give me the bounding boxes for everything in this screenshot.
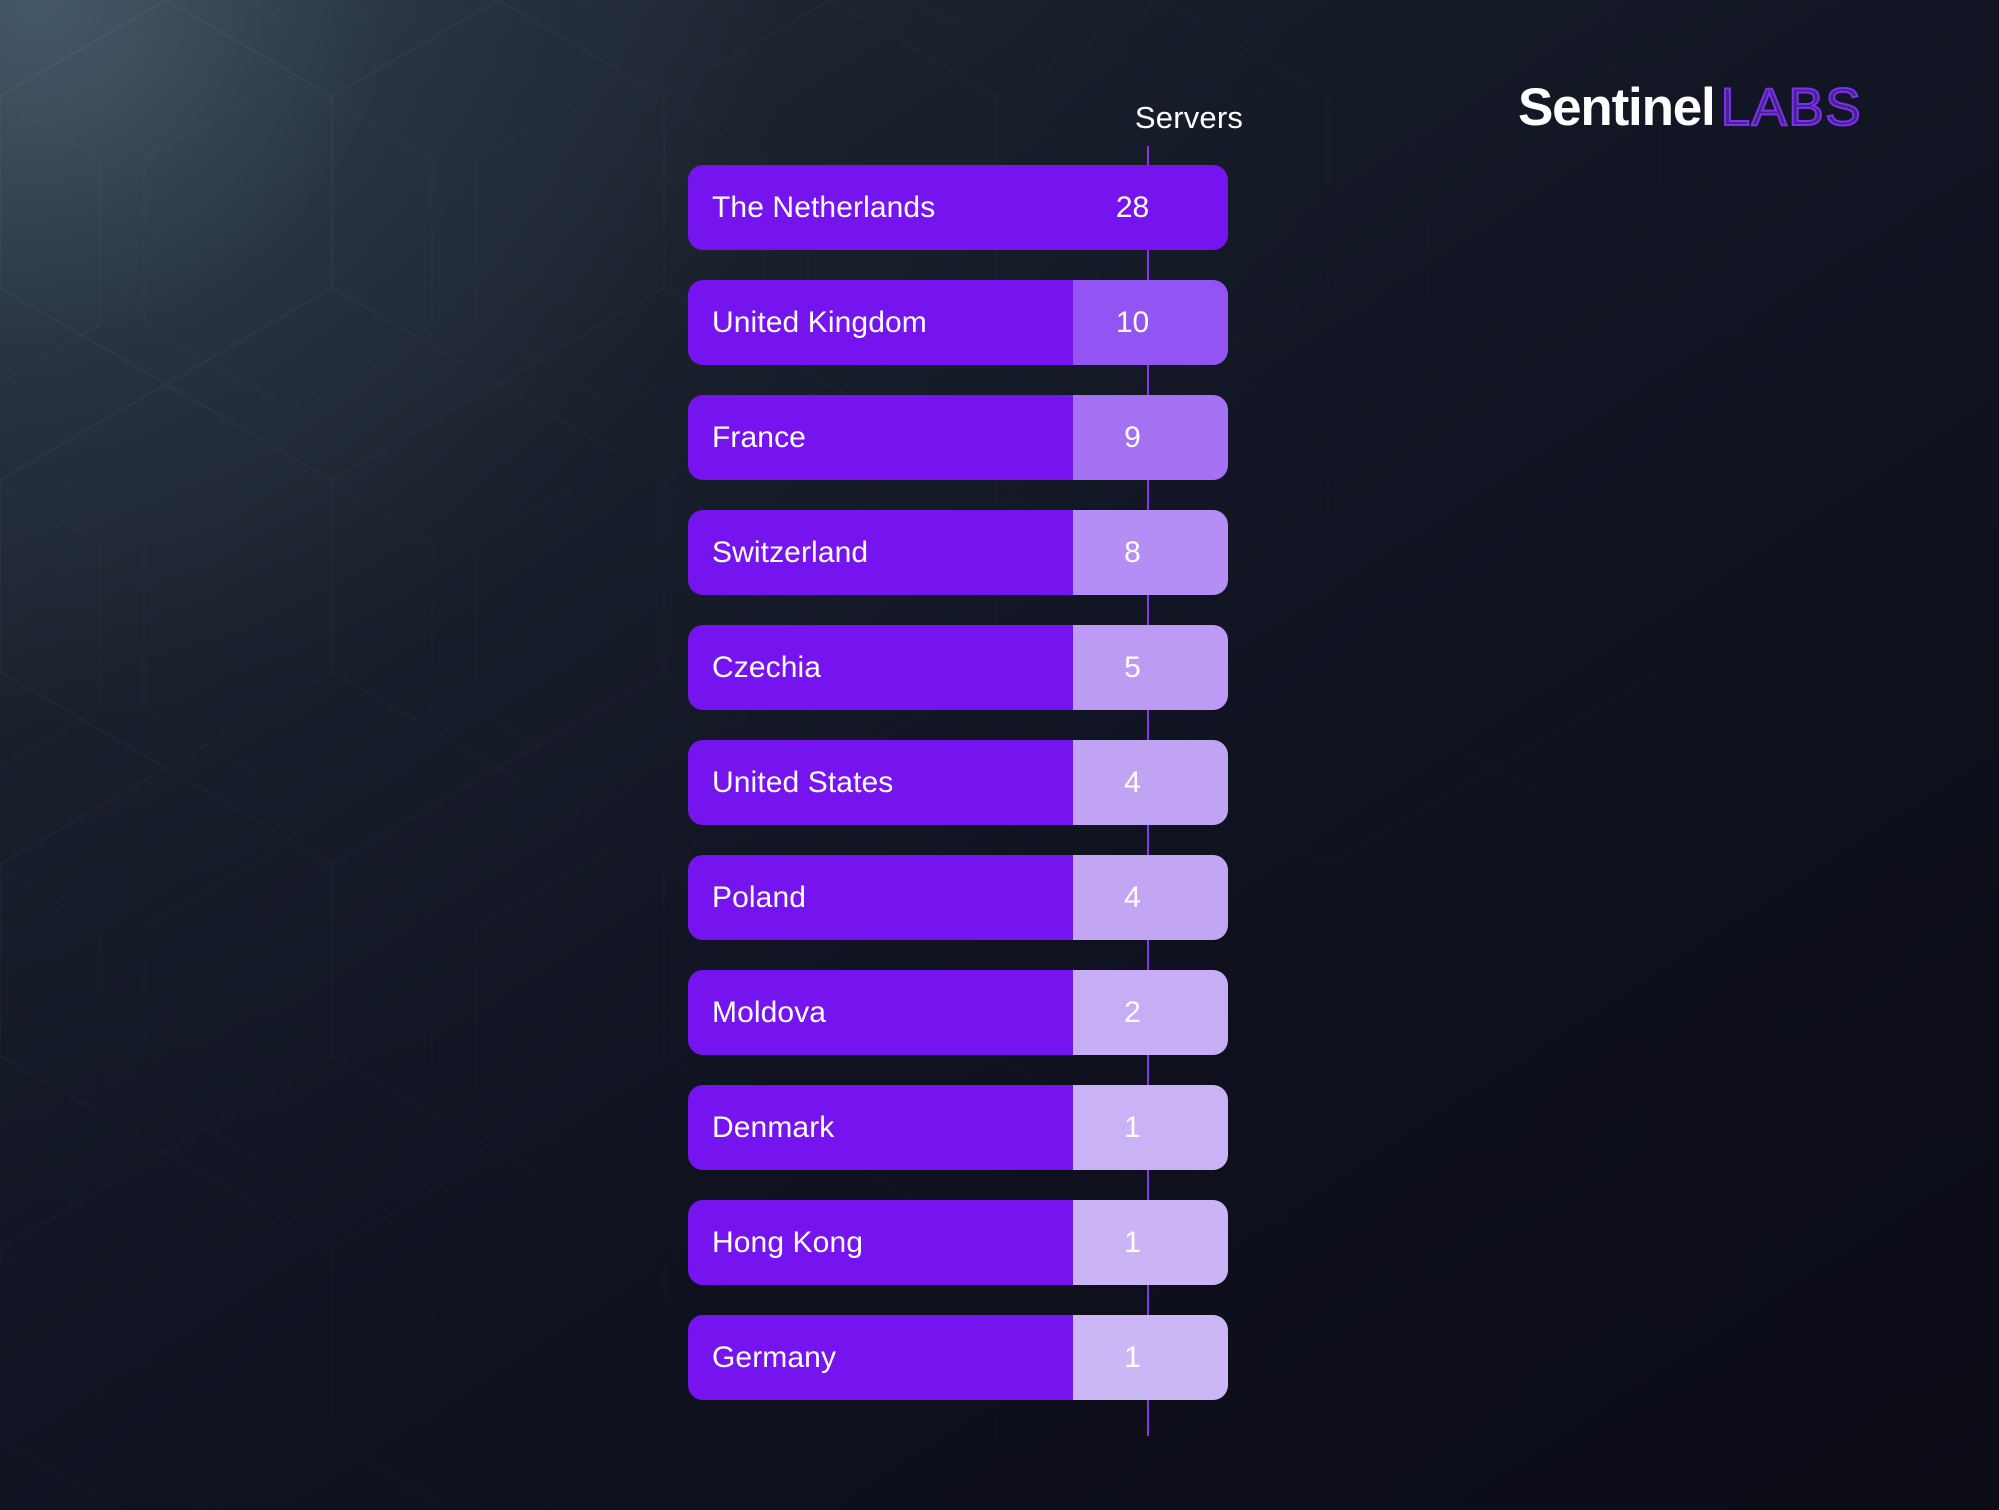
table-row[interactable]: United Kingdom 10 <box>688 280 1228 365</box>
slide-canvas: Sentinel LABS Servers The Netherlands 28 Un… <box>0 0 1999 1510</box>
logo-word-sentinel: Sentinel <box>1518 78 1716 137</box>
bar-value-label: 1 <box>1073 1085 1228 1170</box>
bar-category-label: The Netherlands <box>688 165 1073 250</box>
sentinel-labs-logo: Sentinel LABS <box>1518 77 1862 138</box>
bar-value-label: 4 <box>1073 740 1228 825</box>
bar-value-label: 1 <box>1073 1315 1228 1400</box>
bar-category-label: United States <box>688 740 1073 825</box>
bar-value-label: 28 <box>1073 165 1228 250</box>
bar-category-label: Hong Kong <box>688 1200 1073 1285</box>
table-row[interactable]: United States 4 <box>688 740 1228 825</box>
bar-value-label: 5 <box>1073 625 1228 710</box>
bar-category-label: United Kingdom <box>688 280 1073 365</box>
bar-category-label: Poland <box>688 855 1073 940</box>
table-row[interactable]: Poland 4 <box>688 855 1228 940</box>
bar-category-label: Czechia <box>688 625 1073 710</box>
table-row[interactable]: Hong Kong 1 <box>688 1200 1228 1285</box>
bar-value-label: 10 <box>1073 280 1228 365</box>
bar-value-label: 4 <box>1073 855 1228 940</box>
table-row[interactable]: France 9 <box>688 395 1228 480</box>
bar-rows-container: The Netherlands 28 United Kingdom 10 France 9… <box>688 165 1228 1400</box>
table-row[interactable]: Moldova 2 <box>688 970 1228 1055</box>
bar-category-label: France <box>688 395 1073 480</box>
table-row[interactable]: Czechia 5 <box>688 625 1228 710</box>
bar-value-label: 8 <box>1073 510 1228 595</box>
bar-value-label: 2 <box>1073 970 1228 1055</box>
bar-category-label: Germany <box>688 1315 1073 1400</box>
bar-category-label: Moldova <box>688 970 1073 1055</box>
bar-value-label: 1 <box>1073 1200 1228 1285</box>
value-column-header: Servers <box>1134 100 1244 135</box>
table-row[interactable]: The Netherlands 28 <box>688 165 1228 250</box>
bar-value-label: 9 <box>1073 395 1228 480</box>
table-row[interactable]: Switzerland 8 <box>688 510 1228 595</box>
table-row[interactable]: Germany 1 <box>688 1315 1228 1400</box>
bar-category-label: Switzerland <box>688 510 1073 595</box>
table-row[interactable]: Denmark 1 <box>688 1085 1228 1170</box>
bar-category-label: Denmark <box>688 1085 1073 1170</box>
logo-word-labs: LABS <box>1720 77 1863 138</box>
